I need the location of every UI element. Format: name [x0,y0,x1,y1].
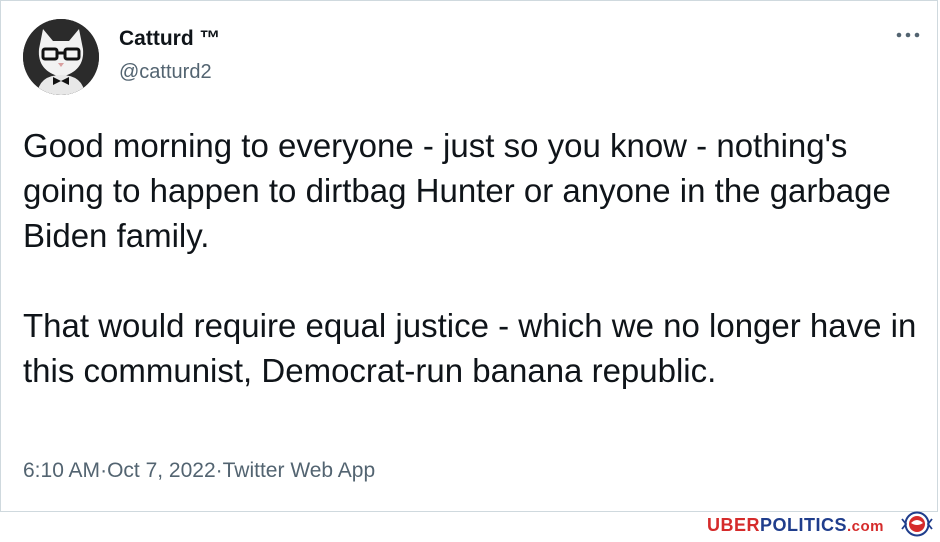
watermark-domain: .com [846,518,884,535]
tweet-text: Good morning to everyone - just so you k… [23,123,923,393]
meta-separator: · [215,459,223,482]
tweet-time[interactable]: 6:10 AM [23,459,100,483]
tweet-card: Catturd ™ @catturd2 Good morning to ever… [0,0,938,512]
cat-avatar-icon [23,19,99,95]
tweet-paragraph-2: That would require equal justice - which… [23,307,917,389]
meta-separator: · [100,459,108,482]
tweet-metadata: 6:10 AM · Oct 7, 2022 · Twitter Web App [23,459,375,483]
tweet-paragraph-1: Good morning to everyone - just so you k… [23,127,891,254]
tweet-source: Twitter Web App [222,459,376,482]
avatar[interactable] [23,19,99,95]
watermark: UBERPOLITICS.com [707,515,884,536]
uberpolitics-logo-icon [898,511,936,537]
tweet-date[interactable]: Oct 7, 2022 [107,459,216,483]
watermark-politics: POLITICS [759,515,847,535]
user-handle[interactable]: @catturd2 [119,61,212,84]
more-options-icon[interactable] [893,25,923,45]
display-name[interactable]: Catturd ™ [119,27,221,51]
watermark-uber: UBER [706,515,760,535]
